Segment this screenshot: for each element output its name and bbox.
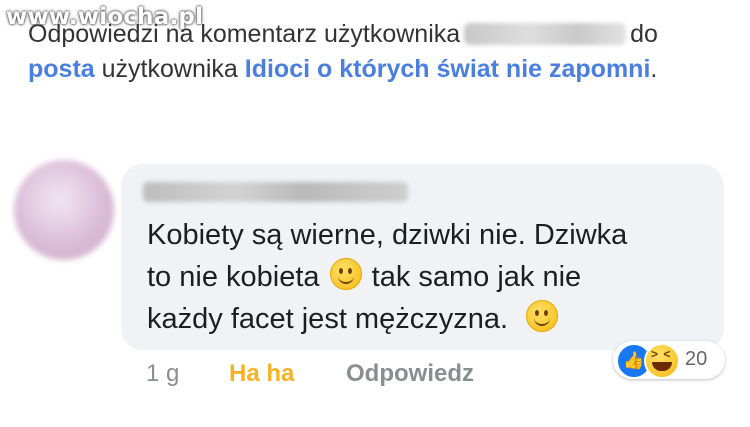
- avatar[interactable]: [14, 160, 114, 260]
- header-end: .: [650, 55, 658, 83]
- comment-line-3: każdy facet jest mężczyzna.: [147, 303, 509, 335]
- comment-line-2a: to nie kobieta: [147, 261, 320, 293]
- comment-bubble: Kobiety są wierne, dziwki nie. Dziwka to…: [121, 164, 724, 350]
- site-watermark: www.wiocha.pl: [6, 4, 204, 30]
- reply-button[interactable]: Odpowiedz: [346, 360, 474, 388]
- smiley-emoji-icon: [329, 258, 362, 290]
- blurred-author-name[interactable]: [143, 182, 408, 202]
- header-suffix: do: [630, 20, 658, 48]
- comment-line-1: Kobiety są wierne, dziwki nie. Dziwka: [147, 219, 628, 251]
- header-middle: użytkownika: [101, 55, 238, 83]
- haha-icon: [644, 343, 680, 379]
- page-link[interactable]: Idioci o których świat nie zapomni: [245, 55, 651, 83]
- smiley-emoji-icon: [526, 300, 559, 332]
- post-link[interactable]: posta: [28, 55, 95, 83]
- reactions-summary[interactable]: 👍 20: [613, 341, 725, 379]
- comment-line-2b: tak samo jak nie: [371, 261, 582, 293]
- comment-text: Kobiety są wierne, dziwki nie. Dziwka to…: [147, 214, 717, 340]
- blurred-username: [464, 23, 627, 45]
- comment-timestamp[interactable]: 1 g: [146, 360, 179, 388]
- haha-reaction-button[interactable]: Ha ha: [229, 360, 294, 388]
- reaction-count: 20: [685, 348, 708, 370]
